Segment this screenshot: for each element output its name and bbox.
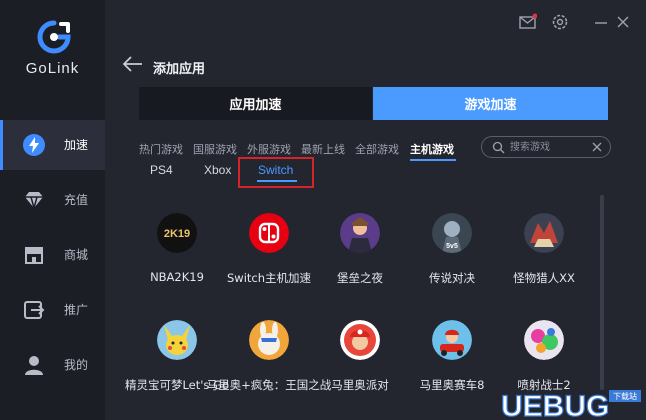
store-icon [25, 247, 43, 264]
back-arrow-icon[interactable] [122, 55, 144, 73]
switch-logo-icon [249, 213, 289, 253]
splatoon-icon [524, 320, 564, 360]
monster-hunter-icon [524, 213, 564, 253]
mail-icon[interactable] [519, 13, 537, 31]
tab-app-acceleration[interactable]: 应用加速 [139, 87, 372, 120]
sidebar-item-label: 充值 [64, 193, 89, 207]
diamond-icon [25, 192, 43, 211]
sidebar-item-label: 加速 [64, 138, 89, 152]
svg-text:UEBUG: UEBUG [501, 390, 609, 420]
category-tab-foreign[interactable]: 外服游戏 [247, 141, 291, 157]
platform-tab-ps4[interactable]: PS4 [150, 163, 173, 177]
game-name: 怪物猎人XX [513, 271, 575, 285]
category-tab-hot[interactable]: 热门游戏 [139, 141, 183, 157]
page-title: 添加应用 [153, 62, 206, 77]
brand-name: GoLink [25, 60, 80, 77]
category-tab-console[interactable]: 主机游戏 [410, 141, 454, 157]
share-icon [24, 301, 45, 319]
fortnite-icon [340, 213, 380, 253]
search-input[interactable] [510, 139, 585, 155]
category-active-indicator [410, 159, 456, 161]
sidebar-item-store[interactable]: 商城 [0, 230, 105, 280]
scrollbar[interactable] [600, 195, 604, 390]
lightning-icon [23, 134, 45, 156]
clear-icon[interactable] [592, 142, 602, 152]
user-icon [25, 356, 43, 375]
svg-text:下载站: 下载站 [613, 391, 637, 401]
svg-text:5v5: 5v5 [446, 243, 458, 250]
uebug-watermark-logo: UEBUG 下载站 [500, 389, 641, 420]
mario-party-icon [340, 320, 380, 360]
arena-of-valor-icon: 5v5 [432, 213, 472, 253]
mario-kart-icon [432, 320, 472, 360]
sidebar-item-mine[interactable]: 我的 [0, 340, 105, 390]
sidebar: GoLink 加速 充值 商城 推广 我的 [0, 0, 105, 420]
tab-game-acceleration[interactable]: 游戏加速 [373, 87, 608, 120]
sidebar-item-label: 推广 [64, 303, 89, 317]
golink-logo [37, 20, 71, 54]
close-icon[interactable] [614, 13, 632, 31]
category-tab-newest[interactable]: 最新上线 [301, 141, 345, 157]
annotation-highlight-box [238, 157, 314, 188]
platform-tab-xbox[interactable]: Xbox [204, 163, 231, 177]
pikachu-icon [157, 320, 197, 360]
settings-icon[interactable] [551, 13, 569, 31]
sidebar-item-label: 我的 [64, 358, 89, 372]
sidebar-item-accelerate[interactable]: 加速 [0, 120, 105, 170]
search-box[interactable] [481, 136, 611, 158]
mario-rabbids-icon [249, 320, 289, 360]
svg-text:2K19: 2K19 [164, 228, 190, 240]
nba2k19-icon: 2K19 [157, 213, 197, 253]
sidebar-item-promote[interactable]: 推广 [0, 285, 105, 335]
sidebar-item-label: 商城 [64, 248, 89, 262]
category-tab-domestic[interactable]: 国服游戏 [193, 141, 237, 157]
category-tab-all[interactable]: 全部游戏 [355, 141, 399, 157]
sidebar-item-recharge[interactable]: 充值 [0, 175, 105, 225]
search-icon [492, 141, 505, 154]
minimize-icon[interactable] [592, 13, 610, 31]
